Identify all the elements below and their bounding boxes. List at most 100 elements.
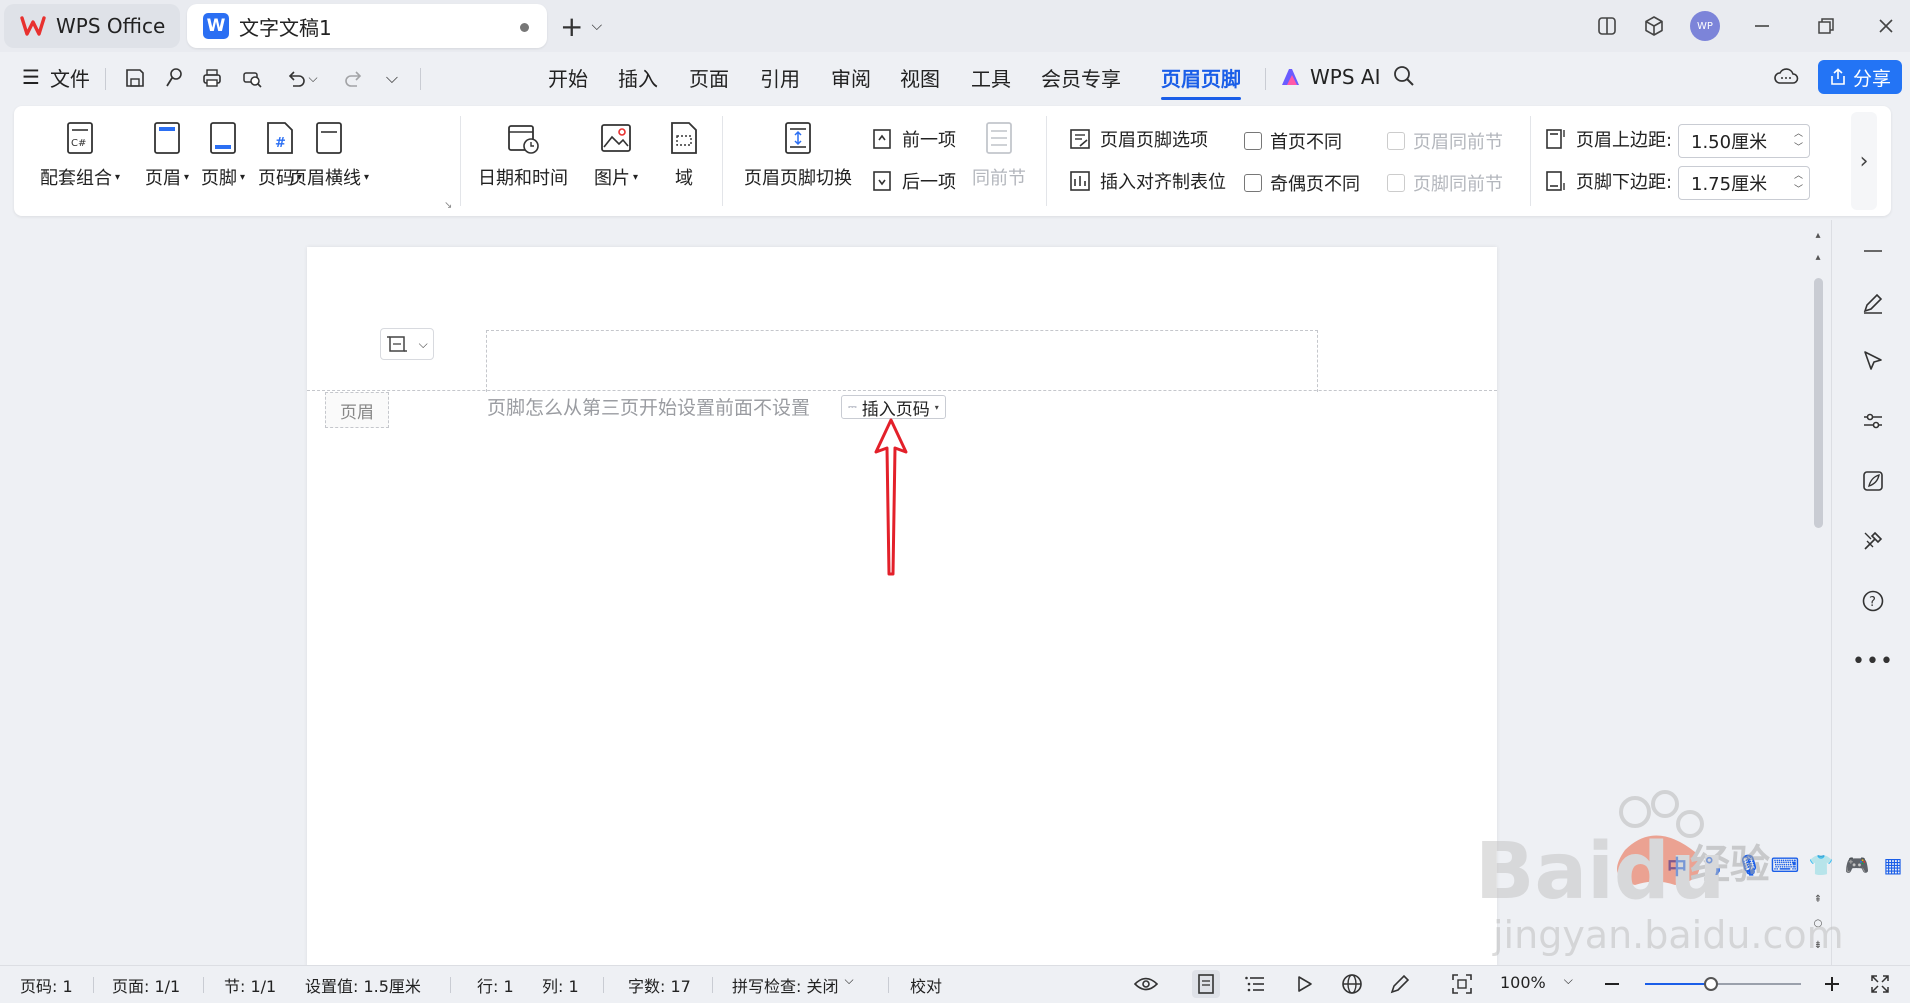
redo-icon[interactable] xyxy=(340,64,368,92)
collapse-rail-icon[interactable] xyxy=(1858,236,1888,266)
menu-insert[interactable]: 插入 xyxy=(618,62,658,92)
menu-wps-ai[interactable]: WPS AI xyxy=(1280,62,1380,92)
minimize-icon[interactable] xyxy=(1742,8,1782,44)
reading-mode-icon[interactable] xyxy=(1587,8,1627,44)
more-options-icon[interactable]: ••• xyxy=(1852,646,1893,676)
status-word-count[interactable]: 字数: 17 xyxy=(628,973,691,997)
header-text[interactable]: 页脚怎么从第三页开始设置前面不设置 xyxy=(487,393,810,420)
next-page-icon[interactable]: ⇟ xyxy=(1812,940,1824,951)
help-icon[interactable]: ? xyxy=(1858,586,1888,616)
spinner-arrows-icon[interactable]: ︿ ﹀ xyxy=(1794,169,1803,197)
print-icon[interactable] xyxy=(198,64,226,92)
header-button[interactable]: 页眉 ▾ xyxy=(145,120,189,190)
outline-view-icon[interactable] xyxy=(1241,970,1269,998)
menu-header-footer[interactable]: 页眉页脚 xyxy=(1161,62,1241,100)
tab-document[interactable]: W 文字文稿1 xyxy=(187,4,547,48)
zoom-out-icon[interactable] xyxy=(1598,970,1626,998)
previous-page-icon[interactable]: ⇞ xyxy=(1812,894,1824,905)
eye-protection-icon[interactable] xyxy=(1132,970,1160,998)
ribbon-expand-chevron-icon[interactable]: › xyxy=(1851,112,1877,210)
peitao-combo-button[interactable]: C# 配套组合 ▾ xyxy=(40,120,120,190)
select-browse-icon[interactable]: ○ xyxy=(1812,918,1824,929)
same-as-previous-button[interactable]: 同前节 xyxy=(972,120,1026,190)
annotate-pen-icon[interactable] xyxy=(1386,970,1414,998)
ime-skin-icon[interactable]: 👕 xyxy=(1809,853,1834,877)
zoom-slider-knob[interactable] xyxy=(1703,977,1718,991)
status-row[interactable]: 行: 1 xyxy=(477,973,514,997)
checkbox[interactable] xyxy=(1244,174,1262,192)
zoom-slider[interactable] xyxy=(1645,977,1801,991)
fit-screen-icon[interactable] xyxy=(1448,970,1476,998)
fullscreen-icon[interactable] xyxy=(1866,970,1894,998)
header-same-previous-checkbox[interactable]: 页眉同前节 xyxy=(1387,128,1503,154)
ime-keyboard-icon[interactable]: ⌨ xyxy=(1771,853,1800,877)
field-button[interactable]: 域 xyxy=(666,120,702,190)
save-icon[interactable] xyxy=(121,64,149,92)
tools-icon[interactable] xyxy=(1858,526,1888,556)
menu-tools[interactable]: 工具 xyxy=(971,62,1011,92)
scroll-up-icon[interactable]: ▴ xyxy=(1812,252,1824,263)
menu-view[interactable]: 视图 xyxy=(900,62,940,92)
cube-icon[interactable] xyxy=(1634,8,1674,44)
scrollbar-thumb[interactable] xyxy=(1814,278,1823,528)
share-button[interactable]: 分享 xyxy=(1818,60,1902,94)
ime-punctuation-icon[interactable]: °, xyxy=(1701,853,1725,877)
page-view-icon[interactable] xyxy=(1192,970,1220,998)
sliders-icon[interactable] xyxy=(1858,406,1888,436)
menu-home[interactable]: 开始 xyxy=(548,62,588,92)
spinner-arrows-icon[interactable]: ︿ ﹀ xyxy=(1794,127,1803,155)
restore-icon[interactable] xyxy=(1806,8,1846,44)
file-menu-button[interactable]: ☰ 文件 xyxy=(22,62,90,92)
scroll-top-icon[interactable]: ▴ xyxy=(1812,230,1824,241)
cloud-icon[interactable] xyxy=(1772,62,1800,90)
spell-check-toggle[interactable]: 拼写检查: 关闭 ⌵ xyxy=(732,973,854,997)
chevron-down-icon[interactable]: ⌵ xyxy=(419,337,428,352)
status-page-code[interactable]: 页码: 1 xyxy=(20,973,73,997)
unsaved-dot-icon[interactable] xyxy=(520,23,529,32)
odd-even-different-checkbox[interactable]: 奇偶页不同 xyxy=(1244,170,1360,196)
proofread-button[interactable]: 校对 xyxy=(910,973,942,997)
picture-button[interactable]: 图片 ▾ xyxy=(594,120,638,190)
tab-wps-office[interactable]: WPS Office xyxy=(4,4,180,48)
header-top-margin-spinner[interactable]: 1.50厘米 ︿ ﹀ xyxy=(1678,124,1810,158)
web-view-icon[interactable] xyxy=(1338,970,1366,998)
user-avatar[interactable]: WP xyxy=(1685,8,1725,44)
status-page[interactable]: 页面: 1/1 xyxy=(112,973,180,997)
footer-bottom-margin-spinner[interactable]: 1.75厘米 ︿ ﹀ xyxy=(1678,166,1810,200)
leaf-brush-icon[interactable] xyxy=(1858,466,1888,496)
menu-page[interactable]: 页面 xyxy=(689,62,729,92)
chevron-down-icon[interactable]: ⌵ xyxy=(305,64,321,92)
pen-icon[interactable] xyxy=(1858,288,1888,318)
play-icon[interactable] xyxy=(1290,970,1318,998)
insert-align-tab-button[interactable]: 插入对齐制表位 xyxy=(1068,168,1226,194)
footer-button[interactable]: 页脚 ▾ xyxy=(201,120,245,190)
format-painter-icon[interactable] xyxy=(160,64,188,92)
checkbox[interactable] xyxy=(1387,174,1405,192)
header-footer-options-button[interactable]: 页眉页脚选项 xyxy=(1068,126,1208,152)
status-column[interactable]: 列: 1 xyxy=(542,973,579,997)
footer-same-previous-checkbox[interactable]: 页脚同前节 xyxy=(1387,170,1503,196)
header-footer-switch-button[interactable]: 页眉页脚切换 xyxy=(744,120,852,190)
new-tab-button[interactable]: + ⌵ xyxy=(560,8,602,44)
ime-apps-icon[interactable]: ▦ xyxy=(1881,853,1905,877)
print-preview-icon[interactable] xyxy=(238,64,266,92)
cursor-select-icon[interactable] xyxy=(1858,346,1888,376)
zoom-level-dropdown[interactable]: 100% ⌵ xyxy=(1500,973,1573,992)
date-time-button[interactable]: 日期和时间 xyxy=(478,120,568,190)
menu-review[interactable]: 审阅 xyxy=(831,62,871,92)
ime-voice-icon[interactable]: 🎙 xyxy=(1736,853,1761,877)
ime-language-toggle[interactable]: 中 xyxy=(1665,854,1689,879)
next-item-button[interactable]: 后一项 xyxy=(870,168,956,194)
checkbox[interactable] xyxy=(1244,132,1262,150)
ime-game-icon[interactable]: 🎮 xyxy=(1845,853,1870,877)
previous-item-button[interactable]: 前一项 xyxy=(870,126,956,152)
first-page-different-checkbox[interactable]: 首页不同 xyxy=(1244,128,1342,154)
menu-member[interactable]: 会员专享 xyxy=(1041,62,1121,92)
header-edit-region[interactable] xyxy=(486,330,1318,392)
header-frame-tool[interactable]: ⌵ xyxy=(380,328,434,360)
search-icon[interactable] xyxy=(1390,62,1418,90)
menu-reference[interactable]: 引用 xyxy=(760,62,800,92)
chevron-down-icon[interactable]: ⌵ xyxy=(591,18,602,34)
insert-page-number-button[interactable]: ⎓ 插入页码 ▾ xyxy=(841,395,946,420)
group-dialog-launcher-icon[interactable]: ↘ xyxy=(444,200,452,211)
